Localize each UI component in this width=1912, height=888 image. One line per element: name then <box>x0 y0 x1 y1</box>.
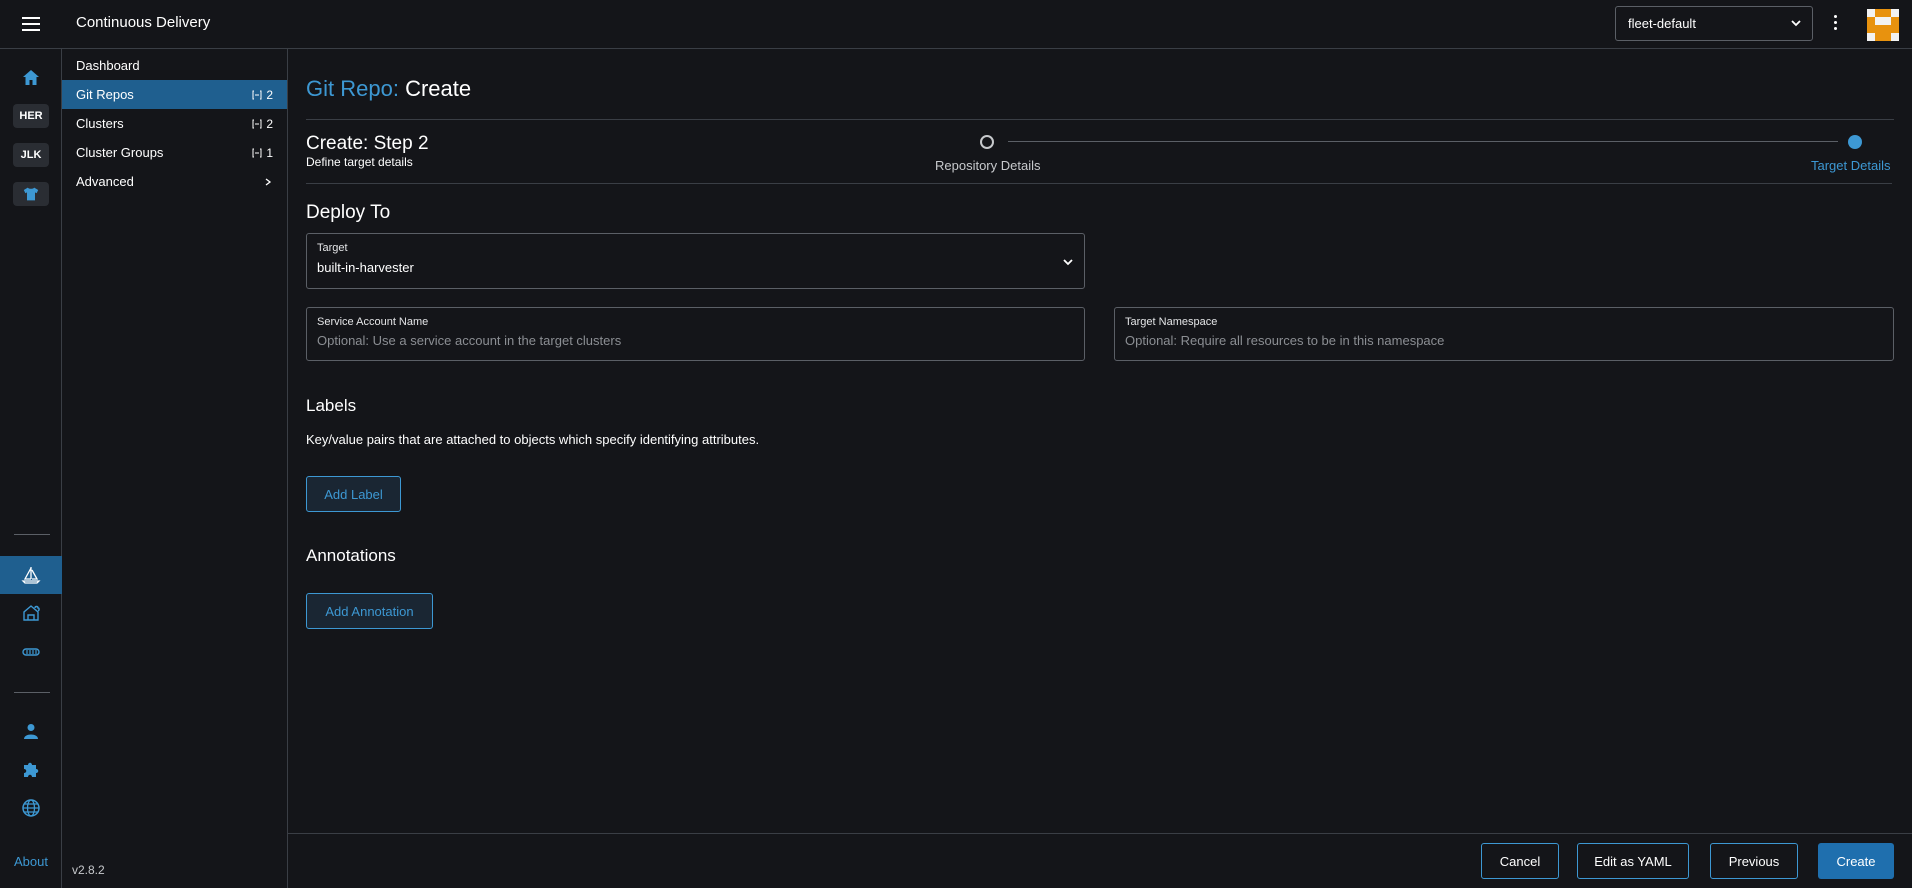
create-button[interactable]: Create <box>1818 843 1894 879</box>
workspace-select[interactable]: fleet-default <box>1615 6 1813 41</box>
app-title: Continuous Delivery <box>76 14 211 31</box>
sidebar-item-label: Git Repos <box>76 87 134 102</box>
breadcrumb-git-repo[interactable]: Git Repo: <box>306 76 399 101</box>
user-icon[interactable] <box>0 712 62 750</box>
shirt-icon <box>23 187 39 201</box>
step-indicator-target-details[interactable] <box>1848 135 1862 149</box>
stepper-line <box>1008 141 1838 142</box>
sidebar-item-git-repos[interactable]: Git Repos 2 <box>62 80 287 109</box>
target-namespace-placeholder: Optional: Require all resources to be in… <box>1125 333 1445 348</box>
more-options-icon[interactable] <box>1829 13 1841 33</box>
chevron-right-icon <box>265 177 272 186</box>
sidebar-item-label: Dashboard <box>76 58 140 73</box>
service-account-field[interactable]: Service Account Name Optional: Use a ser… <box>306 307 1085 361</box>
sidebar-item-label: Advanced <box>76 174 134 189</box>
target-select[interactable]: Target built-in-harvester <box>306 233 1085 289</box>
rail-divider <box>14 534 50 535</box>
icon-rail: HER JLK About <box>0 49 62 888</box>
chevron-down-icon <box>1791 20 1801 27</box>
network-icon[interactable] <box>0 633 62 671</box>
sidebar-item-count: 1 <box>252 146 273 160</box>
service-account-label: Service Account Name <box>317 316 429 328</box>
add-annotation-button[interactable]: Add Annotation <box>306 593 433 629</box>
namespaced-icon <box>252 90 262 99</box>
namespaced-icon <box>252 119 262 128</box>
chevron-down-icon <box>1063 259 1073 266</box>
menu-icon[interactable] <box>22 17 40 31</box>
divider <box>306 119 1894 120</box>
target-namespace-label: Target Namespace <box>1125 316 1218 328</box>
top-header: Continuous Delivery fleet-default <box>0 0 1912 49</box>
house-cloud-icon[interactable] <box>0 594 62 632</box>
labels-description: Key/value pairs that are attached to obj… <box>306 432 760 447</box>
annotations-heading: Annotations <box>306 546 396 565</box>
sidebar-item-count: 2 <box>252 117 273 131</box>
cluster-badge-shirt[interactable] <box>13 182 49 206</box>
puzzle-icon[interactable] <box>0 750 62 788</box>
avatar[interactable] <box>1867 9 1899 41</box>
target-value: built-in-harvester <box>317 260 414 275</box>
cluster-badge-jlk[interactable]: JLK <box>13 143 49 167</box>
sidebar-item-label: Cluster Groups <box>76 145 164 160</box>
step-label-repository-details[interactable]: Repository Details <box>935 158 1041 173</box>
namespaced-icon <box>252 148 262 157</box>
previous-button[interactable]: Previous <box>1710 843 1798 879</box>
sidebar-item-cluster-groups[interactable]: Cluster Groups 1 <box>62 138 287 167</box>
sidebar-item-advanced[interactable]: Advanced <box>62 167 287 196</box>
form-footer: Cancel Edit as YAML Previous Create <box>288 833 1912 888</box>
deploy-to-heading: Deploy To <box>306 202 391 223</box>
main-content: Git Repo: Create Create: Step 2 Define t… <box>288 49 1912 888</box>
page-title: Git Repo: Create <box>306 76 471 102</box>
target-label: Target <box>317 242 348 254</box>
sidebar-item-dashboard[interactable]: Dashboard <box>62 51 287 80</box>
sidebar-item-clusters[interactable]: Clusters 2 <box>62 109 287 138</box>
sidebar-item-label: Clusters <box>76 116 124 131</box>
divider <box>306 183 1892 184</box>
edit-as-yaml-button[interactable]: Edit as YAML <box>1577 843 1689 879</box>
step-indicator-repository-details[interactable] <box>980 135 994 149</box>
step-title: Create: Step 2 <box>306 133 429 154</box>
globe-icon[interactable] <box>0 789 62 827</box>
home-icon[interactable] <box>0 59 62 97</box>
step-label-target-details[interactable]: Target Details <box>1811 158 1890 173</box>
step-subtitle: Define target details <box>306 155 413 169</box>
about-link[interactable]: About <box>0 854 62 869</box>
page-title-text: Create <box>405 76 472 101</box>
workspace-select-value: fleet-default <box>1628 16 1696 31</box>
sailboat-icon[interactable] <box>0 556 62 594</box>
rail-divider <box>14 692 50 693</box>
version-label: v2.8.2 <box>72 863 105 877</box>
sidebar-item-count: 2 <box>252 88 273 102</box>
service-account-placeholder: Optional: Use a service account in the t… <box>317 333 622 348</box>
cancel-button[interactable]: Cancel <box>1481 843 1559 879</box>
target-namespace-field[interactable]: Target Namespace Optional: Require all r… <box>1114 307 1894 361</box>
side-nav: Dashboard Git Repos 2 Clusters 2 Cluster… <box>62 49 288 888</box>
labels-heading: Labels <box>306 396 357 415</box>
cluster-badge-her[interactable]: HER <box>13 104 49 128</box>
add-label-button[interactable]: Add Label <box>306 476 401 512</box>
